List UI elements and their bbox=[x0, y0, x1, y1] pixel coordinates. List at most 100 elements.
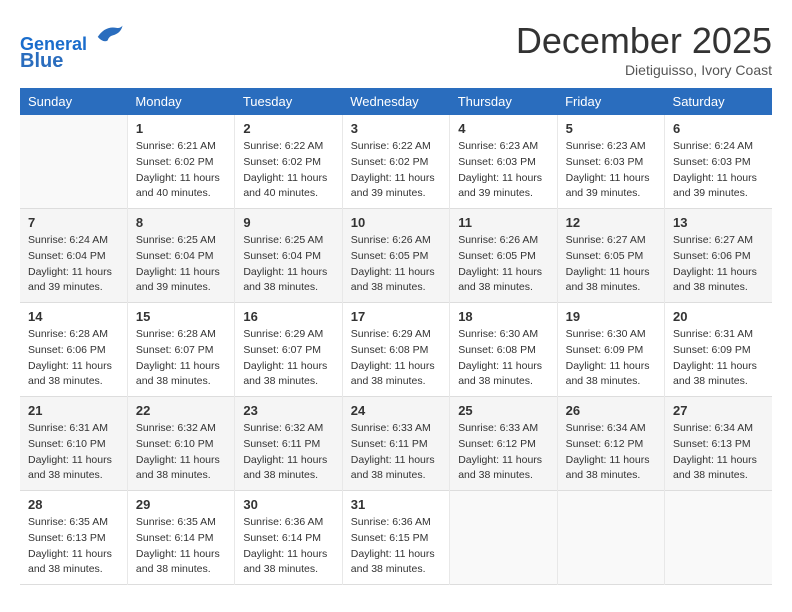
calendar-cell: 19 Sunrise: 6:30 AMSunset: 6:09 PMDayligh… bbox=[557, 303, 664, 397]
day-info: Sunrise: 6:32 AMSunset: 6:10 PMDaylight:… bbox=[136, 421, 226, 484]
day-number: 25 bbox=[458, 403, 548, 418]
logo-bird-icon bbox=[94, 20, 124, 50]
day-number: 10 bbox=[351, 215, 441, 230]
calendar-cell: 25 Sunrise: 6:33 AMSunset: 6:12 PMDayligh… bbox=[450, 397, 557, 491]
day-number: 1 bbox=[136, 121, 226, 136]
title-area: December 2025 Dietiguisso, Ivory Coast bbox=[516, 20, 772, 78]
location-subtitle: Dietiguisso, Ivory Coast bbox=[516, 62, 772, 78]
weekday-header-friday: Friday bbox=[557, 88, 664, 115]
day-info: Sunrise: 6:27 AMSunset: 6:06 PMDaylight:… bbox=[673, 233, 764, 296]
calendar-cell: 21 Sunrise: 6:31 AMSunset: 6:10 PMDayligh… bbox=[20, 397, 127, 491]
day-info: Sunrise: 6:26 AMSunset: 6:05 PMDaylight:… bbox=[458, 233, 548, 296]
calendar-cell: 5 Sunrise: 6:23 AMSunset: 6:03 PMDaylight… bbox=[557, 115, 664, 209]
day-info: Sunrise: 6:31 AMSunset: 6:09 PMDaylight:… bbox=[673, 327, 764, 390]
day-number: 5 bbox=[566, 121, 656, 136]
calendar-cell: 4Sunrise: 6:23 AMSunset: 6:03 PMDaylight… bbox=[450, 115, 557, 209]
day-number: 2 bbox=[243, 121, 333, 136]
day-info: Sunrise: 6:34 AMSunset: 6:12 PMDaylight:… bbox=[566, 421, 656, 484]
day-number: 20 bbox=[673, 309, 764, 324]
day-info: Sunrise: 6:33 AMSunset: 6:11 PMDaylight:… bbox=[351, 421, 441, 484]
day-info: Sunrise: 6:29 AMSunset: 6:08 PMDaylight:… bbox=[351, 327, 441, 390]
calendar-cell: 14 Sunrise: 6:28 AMSunset: 6:06 PMDayligh… bbox=[20, 303, 127, 397]
day-info: Sunrise: 6:28 AMSunset: 6:07 PMDaylight:… bbox=[136, 327, 226, 390]
calendar-cell: 29Sunrise: 6:35 AMSunset: 6:14 PMDayligh… bbox=[127, 491, 234, 585]
day-number: 3 bbox=[351, 121, 441, 136]
day-number: 19 bbox=[566, 309, 656, 324]
calendar-cell: 3 Sunrise: 6:22 AMSunset: 6:02 PMDaylight… bbox=[342, 115, 449, 209]
calendar-week-row: 28 Sunrise: 6:35 AMSunset: 6:13 PMDayligh… bbox=[20, 491, 772, 585]
day-info: Sunrise: 6:35 AMSunset: 6:13 PMDaylight:… bbox=[28, 515, 119, 578]
calendar-cell: 18 Sunrise: 6:30 AMSunset: 6:08 PMDayligh… bbox=[450, 303, 557, 397]
day-info: Sunrise: 6:34 AMSunset: 6:13 PMDaylight:… bbox=[673, 421, 764, 484]
calendar-cell: 13 Sunrise: 6:27 AMSunset: 6:06 PMDayligh… bbox=[665, 209, 772, 303]
day-number: 18 bbox=[458, 309, 548, 324]
day-number: 16 bbox=[243, 309, 333, 324]
calendar-table: SundayMondayTuesdayWednesdayThursdayFrid… bbox=[20, 88, 772, 585]
calendar-cell bbox=[665, 491, 772, 585]
day-number: 22 bbox=[136, 403, 226, 418]
calendar-cell: 10 Sunrise: 6:26 AMSunset: 6:05 PMDayligh… bbox=[342, 209, 449, 303]
day-info: Sunrise: 6:24 AMSunset: 6:04 PMDaylight:… bbox=[28, 233, 119, 296]
calendar-week-row: 21 Sunrise: 6:31 AMSunset: 6:10 PMDayligh… bbox=[20, 397, 772, 491]
day-info: Sunrise: 6:23 AMSunset: 6:03 PMDaylight:… bbox=[566, 139, 656, 202]
day-number: 14 bbox=[28, 309, 119, 324]
weekday-header-tuesday: Tuesday bbox=[235, 88, 342, 115]
calendar-cell: 28 Sunrise: 6:35 AMSunset: 6:13 PMDayligh… bbox=[20, 491, 127, 585]
day-info: Sunrise: 6:36 AMSunset: 6:14 PMDaylight:… bbox=[243, 515, 333, 578]
weekday-header-thursday: Thursday bbox=[450, 88, 557, 115]
calendar-cell bbox=[557, 491, 664, 585]
calendar-header-row: SundayMondayTuesdayWednesdayThursdayFrid… bbox=[20, 88, 772, 115]
day-info: Sunrise: 6:26 AMSunset: 6:05 PMDaylight:… bbox=[351, 233, 441, 296]
calendar-cell: 17 Sunrise: 6:29 AMSunset: 6:08 PMDayligh… bbox=[342, 303, 449, 397]
weekday-header-monday: Monday bbox=[127, 88, 234, 115]
day-number: 15 bbox=[136, 309, 226, 324]
calendar-cell: 27 Sunrise: 6:34 AMSunset: 6:13 PMDayligh… bbox=[665, 397, 772, 491]
day-info: Sunrise: 6:30 AMSunset: 6:08 PMDaylight:… bbox=[458, 327, 548, 390]
header: General Blue December 2025 Dietiguisso, … bbox=[20, 20, 772, 78]
day-number: 26 bbox=[566, 403, 656, 418]
day-number: 23 bbox=[243, 403, 333, 418]
day-info: Sunrise: 6:22 AMSunset: 6:02 PMDaylight:… bbox=[351, 139, 441, 202]
calendar-cell: 20 Sunrise: 6:31 AMSunset: 6:09 PMDayligh… bbox=[665, 303, 772, 397]
day-number: 13 bbox=[673, 215, 764, 230]
day-number: 12 bbox=[566, 215, 656, 230]
calendar-cell: 11Sunrise: 6:26 AMSunset: 6:05 PMDayligh… bbox=[450, 209, 557, 303]
day-number: 28 bbox=[28, 497, 119, 512]
day-number: 27 bbox=[673, 403, 764, 418]
day-info: Sunrise: 6:27 AMSunset: 6:05 PMDaylight:… bbox=[566, 233, 656, 296]
calendar-cell: 24 Sunrise: 6:33 AMSunset: 6:11 PMDayligh… bbox=[342, 397, 449, 491]
calendar-week-row: 14 Sunrise: 6:28 AMSunset: 6:06 PMDayligh… bbox=[20, 303, 772, 397]
day-info: Sunrise: 6:31 AMSunset: 6:10 PMDaylight:… bbox=[28, 421, 119, 484]
calendar-cell: 22 Sunrise: 6:32 AMSunset: 6:10 PMDayligh… bbox=[127, 397, 234, 491]
day-number: 21 bbox=[28, 403, 119, 418]
calendar-cell bbox=[20, 115, 127, 209]
day-info: Sunrise: 6:28 AMSunset: 6:06 PMDaylight:… bbox=[28, 327, 119, 390]
day-info: Sunrise: 6:30 AMSunset: 6:09 PMDaylight:… bbox=[566, 327, 656, 390]
day-number: 6 bbox=[673, 121, 764, 136]
day-number: 7 bbox=[28, 215, 119, 230]
day-info: Sunrise: 6:21 AMSunset: 6:02 PMDaylight:… bbox=[136, 139, 226, 202]
day-number: 30 bbox=[243, 497, 333, 512]
calendar-week-row: 7 Sunrise: 6:24 AMSunset: 6:04 PMDaylight… bbox=[20, 209, 772, 303]
calendar-cell: 6Sunrise: 6:24 AMSunset: 6:03 PMDaylight… bbox=[665, 115, 772, 209]
weekday-header-saturday: Saturday bbox=[665, 88, 772, 115]
month-title: December 2025 bbox=[516, 20, 772, 62]
day-info: Sunrise: 6:29 AMSunset: 6:07 PMDaylight:… bbox=[243, 327, 333, 390]
day-number: 17 bbox=[351, 309, 441, 324]
calendar-cell: 12 Sunrise: 6:27 AMSunset: 6:05 PMDayligh… bbox=[557, 209, 664, 303]
day-info: Sunrise: 6:32 AMSunset: 6:11 PMDaylight:… bbox=[243, 421, 333, 484]
weekday-header-wednesday: Wednesday bbox=[342, 88, 449, 115]
day-number: 8 bbox=[136, 215, 226, 230]
calendar-cell: 26 Sunrise: 6:34 AMSunset: 6:12 PMDayligh… bbox=[557, 397, 664, 491]
calendar-week-row: 1 Sunrise: 6:21 AMSunset: 6:02 PMDaylight… bbox=[20, 115, 772, 209]
calendar-cell: 15 Sunrise: 6:28 AMSunset: 6:07 PMDayligh… bbox=[127, 303, 234, 397]
day-info: Sunrise: 6:33 AMSunset: 6:12 PMDaylight:… bbox=[458, 421, 548, 484]
calendar-body: 1 Sunrise: 6:21 AMSunset: 6:02 PMDaylight… bbox=[20, 115, 772, 585]
calendar-cell: 23 Sunrise: 6:32 AMSunset: 6:11 PMDayligh… bbox=[235, 397, 342, 491]
calendar-cell bbox=[450, 491, 557, 585]
calendar-cell: 1 Sunrise: 6:21 AMSunset: 6:02 PMDaylight… bbox=[127, 115, 234, 209]
day-number: 24 bbox=[351, 403, 441, 418]
calendar-cell: 16 Sunrise: 6:29 AMSunset: 6:07 PMDayligh… bbox=[235, 303, 342, 397]
calendar-cell: 30 Sunrise: 6:36 AMSunset: 6:14 PMDayligh… bbox=[235, 491, 342, 585]
day-info: Sunrise: 6:25 AMSunset: 6:04 PMDaylight:… bbox=[136, 233, 226, 296]
